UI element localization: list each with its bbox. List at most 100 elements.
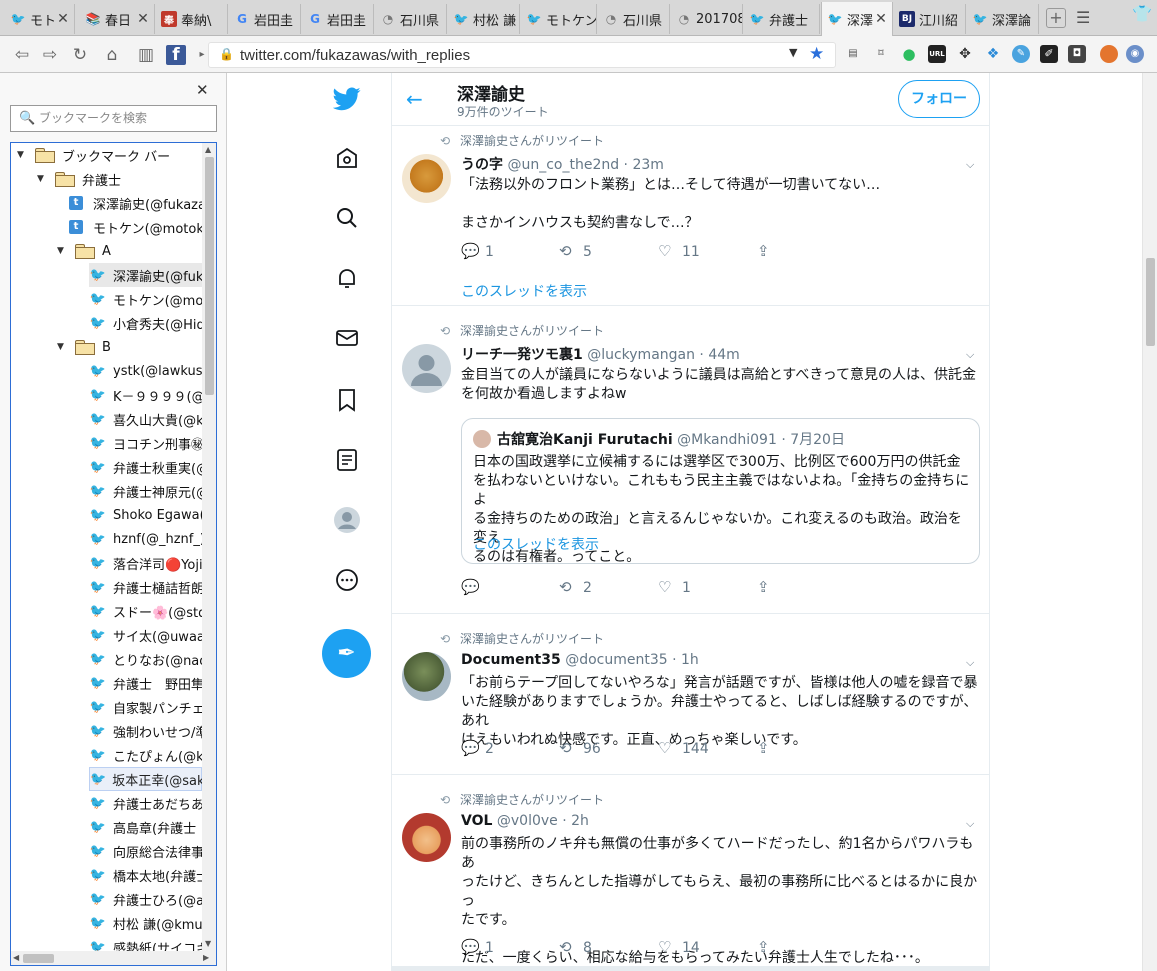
show-thread-link[interactable]: このスレッドを表示: [461, 281, 587, 301]
bookmark-item[interactable]: 🐦 弁護士神原元(@: [89, 479, 209, 503]
bookmark-item[interactable]: 🐦 橋本太地(弁護士: [89, 863, 209, 887]
tshirt-icon[interactable]: 👕: [1132, 4, 1152, 23]
mail-icon[interactable]: [332, 323, 362, 353]
forward-arrow-icon[interactable]: ⇨: [40, 45, 60, 65]
bookmark-item[interactable]: 🐦 深澤諭史(@fuk: [89, 263, 204, 287]
tab[interactable]: ◔ 石川県: [375, 4, 447, 34]
bookmark-folder[interactable]: ▼ A: [57, 239, 111, 263]
facebook-icon[interactable]: f: [166, 45, 186, 65]
bookmark-item[interactable]: 🐦 弁護士秋重実(@: [89, 455, 209, 479]
expand-triangle-icon[interactable]: ▼: [57, 246, 67, 256]
scroll-thumb[interactable]: [205, 157, 214, 395]
bookmark-folder[interactable]: ▼ ブックマーク バー: [17, 143, 170, 167]
tweet[interactable]: ⟲ 深澤諭史さんがリツイート VOL @v0l0ve · 2h ⌵ 前の事務所のノ…: [392, 775, 989, 971]
bookmark-item[interactable]: 🐦 強制わいせつ/準: [89, 719, 208, 743]
share-button[interactable]: ⇪: [757, 938, 781, 956]
sidebar-horizontal-scrollbar[interactable]: ◀ ▶: [11, 951, 216, 965]
bookmark-item[interactable]: t 深澤諭史(@fukaza: [69, 191, 206, 215]
avatar[interactable]: [402, 344, 451, 393]
bookmark-item[interactable]: 🐦 Shoko Egawa(@: [89, 503, 216, 527]
home-icon[interactable]: [332, 143, 362, 173]
tab[interactable]: 🐦 モト ✕: [5, 4, 75, 34]
bookmark-item[interactable]: 🐦 K－９９９９(@k9: [89, 383, 216, 407]
bookmark-icon[interactable]: ⌑: [872, 45, 890, 63]
scroll-right-icon[interactable]: ▶: [203, 953, 209, 962]
tab[interactable]: 🐦 モトケン: [521, 4, 597, 34]
list-icon[interactable]: [332, 445, 362, 475]
bookmark-item[interactable]: 🐦 村松 謙(@kmur: [89, 911, 208, 935]
bell-icon[interactable]: [332, 263, 362, 293]
bookmark-search-input[interactable]: 🔍 ブックマークを検索: [10, 105, 217, 132]
home-icon[interactable]: ⌂: [102, 45, 122, 65]
bookmark-item[interactable]: 🐦 ystk(@lawkus): [89, 359, 208, 383]
url-shortener-icon[interactable]: URL: [928, 45, 946, 63]
bookmark-item[interactable]: 🐦 小倉秀夫(@Hid: [89, 311, 205, 335]
bookmark-folder[interactable]: ▼ B: [57, 335, 111, 359]
search-icon[interactable]: [332, 203, 362, 233]
scroll-down-icon[interactable]: ▼: [205, 939, 211, 948]
tweet[interactable]: ⟲ 深澤諭史さんがリツイート リーチ一発ツモ裏1 @luckymangan · 4…: [392, 306, 989, 614]
share-button[interactable]: ⇪: [757, 242, 781, 260]
tab[interactable]: 奉奉納\: [156, 4, 228, 34]
camera-icon[interactable]: ◘: [1068, 45, 1086, 63]
scroll-up-icon[interactable]: ▲: [205, 145, 211, 154]
chevron-down-icon[interactable]: ⌵: [966, 158, 974, 172]
bookmark-item[interactable]: 🐦 弁護士ひろ(@ad: [89, 887, 212, 911]
bookmark-icon[interactable]: [332, 385, 362, 415]
bookmark-tree[interactable]: ▼ ブックマーク バー ▼ 弁護士 t 深澤諭史(@fukaza t モトケン(@motoke…: [10, 142, 217, 966]
library-icon[interactable]: ▥: [136, 45, 156, 65]
share-button[interactable]: ⇪: [757, 739, 781, 757]
expand-triangle-icon[interactable]: ▼: [37, 174, 47, 184]
back-arrow-icon[interactable]: ←: [406, 87, 423, 111]
bookmark-item[interactable]: 🐦 自家製パンチェ: [89, 695, 205, 719]
page-scrollbar[interactable]: [1142, 73, 1157, 971]
like-button[interactable]: ♡ 11: [658, 242, 700, 260]
url-bar[interactable]: 🔒 twitter.com/fukazawas/with_replies ▼ ★: [208, 42, 836, 68]
twitter-logo-icon[interactable]: [332, 84, 362, 114]
bookmark-item[interactable]: 🐦 弁護士あだちあ: [89, 791, 204, 815]
profile-icon[interactable]: [332, 505, 362, 535]
back-arrow-icon[interactable]: ⇦: [12, 45, 32, 65]
bookmark-item[interactable]: 🐦 弁護士 野田隼: [89, 671, 204, 695]
bookmark-item[interactable]: 🐦 とりなお(@naot: [89, 647, 212, 671]
tweet-author[interactable]: Document35 @document35 · 1h: [461, 652, 699, 668]
feather-icon[interactable]: ✎: [1012, 45, 1030, 63]
share-button[interactable]: ⇪: [757, 578, 781, 596]
scroll-left-icon[interactable]: ◀: [13, 953, 19, 962]
pen-icon[interactable]: ✐: [1040, 45, 1058, 63]
close-icon[interactable]: ✕: [136, 11, 150, 27]
avatar[interactable]: [402, 813, 451, 862]
bookmark-item[interactable]: 🐦 こたぴょん(@ko: [89, 743, 211, 767]
tab-active[interactable]: 🐦 深澤 ✕: [821, 2, 893, 36]
show-thread-link[interactable]: このスレッドを表示: [473, 534, 599, 554]
bookmark-item[interactable]: 🐦 坂本正幸(@sak: [89, 767, 205, 791]
avatar[interactable]: [402, 154, 451, 203]
reader-icon[interactable]: ▤: [844, 45, 862, 63]
tweet[interactable]: ⟲ 深澤諭史さんがリツイート うの字 @un_co_the2nd · 23m ⌵ …: [392, 126, 989, 306]
retweet-button[interactable]: ⟲ 5: [559, 242, 592, 260]
tweet-author[interactable]: うの字 @un_co_the2nd · 23m: [461, 154, 664, 174]
dropbox-icon[interactable]: ❖: [984, 45, 1002, 63]
bookmark-item[interactable]: 🐦 hznf(@_hznf_): [89, 527, 205, 551]
avatar[interactable]: [402, 652, 451, 701]
scroll-thumb[interactable]: [1146, 258, 1155, 346]
expand-triangle-icon[interactable]: ▼: [57, 342, 67, 352]
extension-icon[interactable]: ◉: [1126, 45, 1144, 63]
avatar[interactable]: [1100, 45, 1118, 63]
tab[interactable]: BJ 江川紹: [894, 4, 966, 34]
bookmark-item[interactable]: 🐦 モトケン(@moto: [89, 287, 216, 311]
bookmark-item[interactable]: 🐦 サイ太(@uwaaa: [89, 623, 213, 647]
bookmark-item[interactable]: 🐦 ヨコチン刑事㊙: [89, 431, 204, 455]
chevron-down-icon[interactable]: ⌵: [966, 656, 974, 670]
tab[interactable]: 📚 春日 ✕: [80, 4, 155, 34]
retweet-button[interactable]: ⟲ 8: [559, 938, 592, 956]
reload-icon[interactable]: ↻: [70, 45, 90, 65]
close-icon[interactable]: ✕: [56, 11, 70, 27]
evernote-icon[interactable]: ●: [900, 45, 918, 63]
compose-tweet-button[interactable]: ✒: [322, 629, 371, 678]
new-tab-button[interactable]: +: [1046, 8, 1066, 28]
retweet-button[interactable]: ⟲ 96: [559, 739, 601, 757]
bookmark-item[interactable]: 🐦 高島章(弁護士: [89, 815, 196, 839]
bookmark-item[interactable]: 🐦 向原総合法律事: [89, 839, 204, 863]
move-icon[interactable]: ✥: [956, 45, 974, 63]
